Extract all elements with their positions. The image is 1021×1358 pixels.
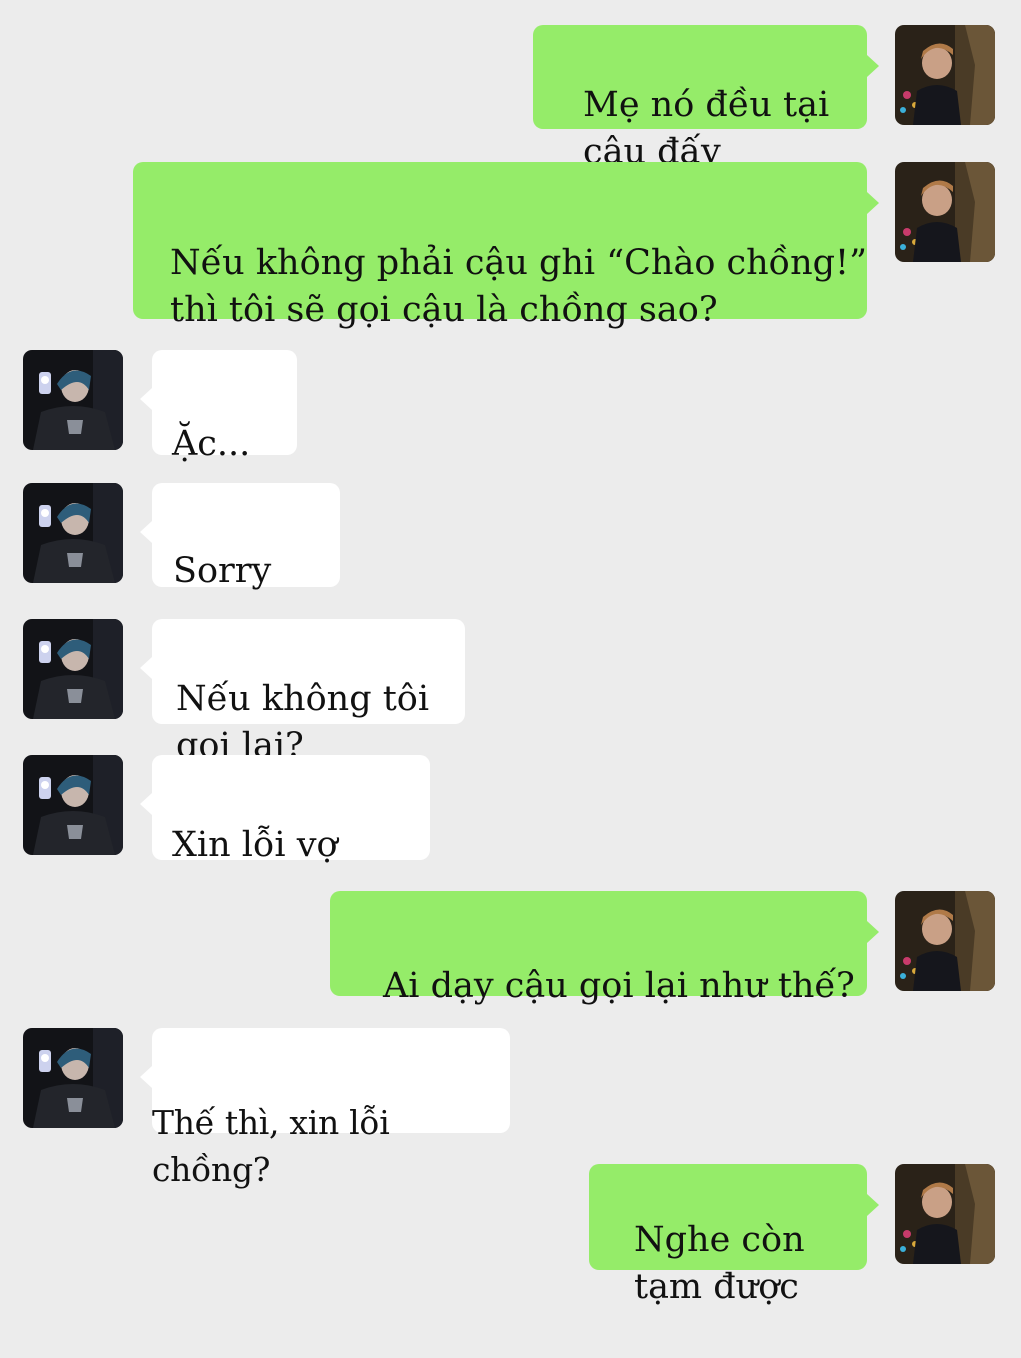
user-avatar-image <box>895 162 995 262</box>
message-text: Xin lỗi vợ <box>172 825 338 865</box>
contact-avatar-image <box>23 350 123 450</box>
message-text: Sorry <box>173 551 272 591</box>
user-avatar-image <box>895 1164 995 1264</box>
contact-avatar-icon[interactable] <box>23 1028 123 1128</box>
outgoing-message-bubble[interactable]: Ai dạy cậu gọi lại như thế? <box>330 891 879 1006</box>
contact-avatar-icon[interactable] <box>23 483 123 583</box>
outgoing-message-bubble[interactable]: Nếu không phải cậu ghi “Chào chồng!” thì… <box>133 162 879 330</box>
incoming-message-bubble[interactable]: Thế thì, xin lỗi chồng? <box>140 1028 510 1189</box>
contact-avatar-icon[interactable] <box>23 755 123 855</box>
user-avatar-image <box>895 891 995 991</box>
message-text: Ai dạy cậu gọi lại như thế? <box>383 966 855 1006</box>
incoming-message-bubble[interactable]: Sorry <box>140 483 340 591</box>
outgoing-message-bubble[interactable]: Nghe còn tạm được <box>589 1164 879 1307</box>
user-avatar-icon[interactable] <box>895 25 995 125</box>
contact-avatar-icon[interactable] <box>23 619 123 719</box>
message-text: Nếu không phải cậu ghi “Chào chồng!” thì… <box>170 243 867 330</box>
incoming-message-bubble[interactable]: Xin lỗi vợ <box>140 755 430 865</box>
user-avatar-image <box>895 25 995 125</box>
outgoing-message-bubble[interactable]: Mẹ nó đều tại cậu đấy <box>533 25 879 172</box>
contact-avatar-image <box>23 619 123 719</box>
contact-avatar-icon[interactable] <box>23 350 123 450</box>
incoming-message-bubble[interactable]: Ặc... <box>140 350 297 464</box>
user-avatar-icon[interactable] <box>895 162 995 262</box>
message-text: Ặc... <box>172 424 251 464</box>
user-avatar-icon[interactable] <box>895 891 995 991</box>
contact-avatar-image <box>23 1028 123 1128</box>
contact-avatar-image <box>23 755 123 855</box>
user-avatar-icon[interactable] <box>895 1164 995 1264</box>
incoming-message-bubble[interactable]: Nếu không tôi gọi lại? <box>140 619 465 766</box>
contact-avatar-image <box>23 483 123 583</box>
message-text: Thế thì, xin lỗi chồng? <box>152 1103 390 1189</box>
